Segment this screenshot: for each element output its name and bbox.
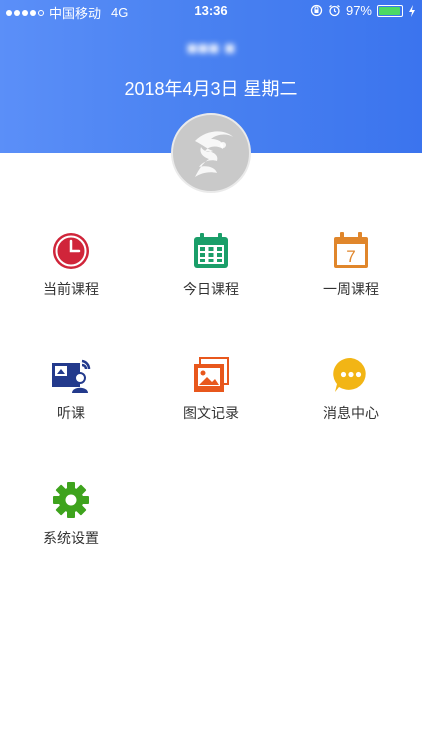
orientation-lock-icon — [310, 4, 323, 17]
menu-week-course[interactable]: 7 一周课程 — [296, 231, 406, 299]
menu-label: 系统设置 — [43, 530, 99, 546]
menu-photo-notes[interactable]: 图文记录 — [156, 355, 266, 423]
menu-label: 听课 — [57, 405, 85, 421]
menu-lecture[interactable]: 听课 — [16, 355, 126, 423]
menu-message-center[interactable]: 消息中心 — [296, 355, 406, 423]
battery-icon — [377, 4, 403, 17]
menu-current-course[interactable]: 当前课程 — [16, 231, 126, 299]
menu-system-settings[interactable]: 系统设置 — [16, 480, 126, 548]
menu-today-course[interactable]: 今日课程 — [156, 231, 266, 299]
calendar-week-icon: 7 — [334, 232, 368, 268]
avatar[interactable] — [171, 113, 251, 193]
menu-label: 一周课程 — [323, 281, 379, 297]
message-icon — [333, 357, 366, 392]
avatar-logo-icon — [195, 131, 233, 177]
status-bar: 中国移动 4G 13:36 97% — [0, 0, 422, 22]
alarm-icon — [329, 5, 340, 17]
menu-label: 今日课程 — [183, 281, 239, 297]
photo-notes-icon — [194, 357, 229, 392]
calendar-day-number: 7 — [346, 247, 355, 266]
menu-label: 图文记录 — [183, 405, 239, 421]
clock-icon — [53, 233, 89, 269]
menu-label: 当前课程 — [43, 281, 99, 297]
gear-icon — [53, 482, 89, 518]
lecture-icon — [52, 359, 91, 393]
calendar-grid-icon — [194, 233, 228, 268]
battery-percent: 97% — [345, 3, 372, 18]
status-right: 97% — [310, 3, 416, 18]
menu-label: 消息中心 — [323, 405, 379, 421]
user-name: ■■■ ■ — [186, 38, 236, 58]
date-label: 2018年4月3日 星期二 — [124, 79, 298, 99]
charging-icon — [409, 4, 415, 17]
